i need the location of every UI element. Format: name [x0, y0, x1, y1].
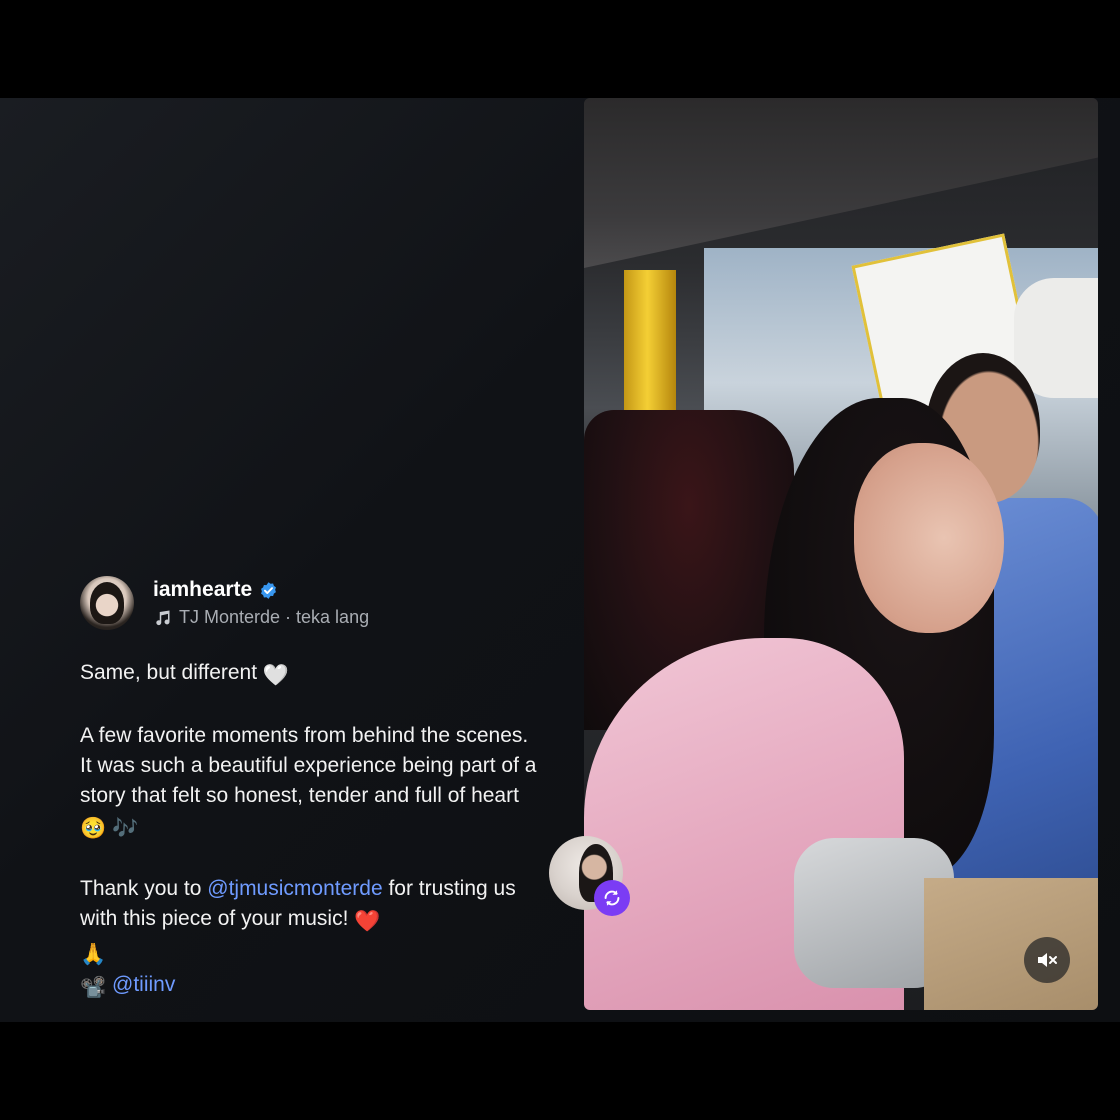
verified-badge-icon — [261, 581, 277, 599]
top-letterbox — [0, 0, 1120, 98]
bottom-letterbox — [0, 1022, 1120, 1120]
caption-credit: 📽️ @tiiinv — [80, 970, 540, 1003]
post-caption-area: iamhearte TJ Monterde · teka lang Same, … — [80, 576, 540, 1003]
post-header-text: iamhearte TJ Monterde · teka lang — [153, 577, 369, 628]
caption-thanks: Thank you to @tjmusicmonterde for trusti… — [80, 874, 540, 970]
caption-paragraph-2-text: A few favorite moments from behind the s… — [80, 724, 537, 807]
caption-paragraph-2-emoji: 🥹 🎶 — [80, 817, 139, 840]
caption-line-1: Same, but different 🤍 — [80, 658, 540, 691]
username-link[interactable]: iamhearte — [153, 578, 252, 602]
avatar[interactable] — [80, 576, 134, 630]
caption-text: Same, but different 🤍 A few favorite mom… — [80, 658, 540, 1003]
film-projector-emoji: 📽️ — [80, 976, 107, 999]
remix-button[interactable] — [594, 880, 630, 916]
caption-line-1-text: Same, but different — [80, 661, 258, 684]
red-heart-emoji: ❤️ — [354, 910, 381, 933]
speaker-muted-icon — [1038, 953, 1057, 967]
mute-button[interactable] — [1024, 937, 1070, 983]
video-bus-ceiling — [584, 98, 1098, 268]
music-note-icon — [156, 610, 170, 625]
video-player[interactable] — [584, 98, 1098, 1010]
remix-arrows-icon — [604, 890, 620, 906]
caption-paragraph-2: A few favorite moments from behind the s… — [80, 721, 540, 844]
white-heart-emoji: 🤍 — [262, 664, 290, 687]
mention-link-tjmusicmonterde[interactable]: @tjmusicmonterde — [207, 877, 382, 900]
music-label: TJ Monterde · teka lang — [179, 607, 370, 627]
username-row: iamhearte — [153, 577, 369, 603]
thanks-prefix: Thank you to — [80, 877, 202, 900]
video-blanket — [924, 878, 1098, 1010]
mention-link-tiiinv[interactable]: @tiiinv — [112, 973, 175, 996]
post-header: iamhearte TJ Monterde · teka lang — [80, 576, 540, 636]
video-curtain — [624, 270, 676, 420]
music-row[interactable]: TJ Monterde · teka lang — [153, 607, 369, 628]
pray-emoji: 🙏 — [80, 943, 107, 966]
